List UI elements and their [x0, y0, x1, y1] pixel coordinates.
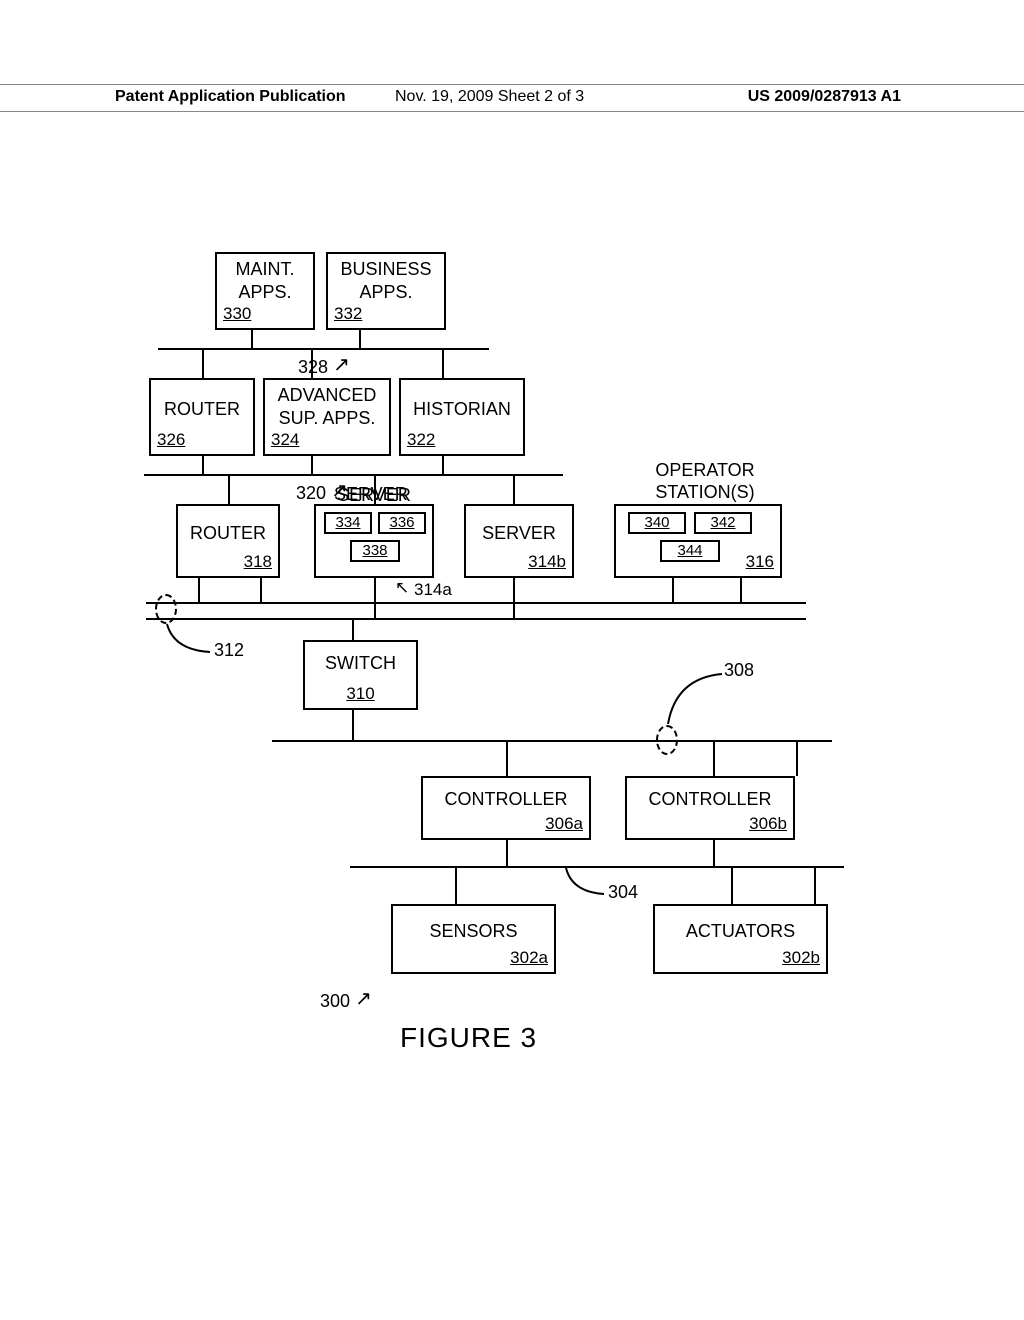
line: [198, 578, 200, 602]
inner-344: 344: [660, 540, 720, 562]
historian-ref: 322: [407, 429, 435, 450]
server-314a-title-label: SERVER: [334, 484, 408, 505]
operator316-ref: 316: [746, 551, 774, 572]
line: [352, 710, 354, 740]
line: [455, 866, 457, 904]
server314b-ref: 314b: [528, 551, 566, 572]
bus-308: [272, 740, 832, 742]
box-maint-apps: MAINT. APPS. 330: [215, 252, 315, 330]
router318-label: ROUTER: [178, 522, 278, 545]
box-switch: SWITCH 310: [303, 640, 418, 710]
line: [260, 578, 262, 602]
sensors-label: SENSORS: [393, 920, 554, 943]
line: [814, 866, 816, 904]
inner-334: 334: [324, 512, 372, 534]
box-controller-306b: CONTROLLER 306b: [625, 776, 795, 840]
business-apps-line2: APPS.: [328, 281, 444, 304]
line: [442, 456, 444, 474]
box-server-314b: SERVER 314b: [464, 504, 574, 578]
line: [713, 840, 715, 866]
line: [228, 474, 230, 504]
inner-342: 342: [694, 512, 752, 534]
line: [506, 740, 508, 776]
box-actuators: ACTUATORS 302b: [653, 904, 828, 974]
historian-label: HISTORIAN: [401, 398, 523, 421]
actuators-ref: 302b: [782, 947, 820, 968]
line: [506, 840, 508, 866]
adv-ref: 324: [271, 429, 299, 450]
line: [796, 740, 798, 776]
router326-ref: 326: [157, 429, 185, 450]
line: [352, 618, 354, 640]
sensors-ref: 302a: [510, 947, 548, 968]
actuators-label: ACTUATORS: [655, 920, 826, 943]
line: [740, 578, 742, 602]
maint-apps-ref: 330: [223, 303, 251, 324]
bus-312-label: 312: [214, 640, 244, 661]
line: [374, 578, 376, 618]
line: [202, 348, 204, 378]
bus-308-marker: [656, 725, 678, 755]
bus-312-bottom: [146, 618, 806, 620]
switch-ref: 310: [346, 683, 374, 704]
box-sensors: SENSORS 302a: [391, 904, 556, 974]
line: [713, 740, 715, 776]
inner-336: 336: [378, 512, 426, 534]
adv-line1: ADVANCED: [265, 384, 389, 407]
line: [672, 578, 674, 602]
switch-label: SWITCH: [305, 652, 416, 675]
router326-label: ROUTER: [151, 398, 253, 421]
controller-a-ref: 306a: [545, 813, 583, 834]
box-server-314a: SERVER 334 336 338: [314, 504, 434, 578]
box-adv-sup-apps: ADVANCED SUP. APPS. 324: [263, 378, 391, 456]
adv-line2: SUP. APPS.: [265, 407, 389, 430]
box-historian: HISTORIAN 322: [399, 378, 525, 456]
overall-ref: 300 ↗: [320, 988, 372, 1013]
router318-ref: 318: [244, 551, 272, 572]
bus-304-label: 304: [608, 882, 638, 903]
inner-340: 340: [628, 512, 686, 534]
figure-diagram: MAINT. APPS. 330 BUSINESS APPS. 332 328 …: [0, 0, 1024, 1320]
line: [311, 348, 313, 378]
operator-stations-heading: OPERATOR STATION(S): [615, 460, 795, 503]
business-apps-line1: BUSINESS: [328, 258, 444, 281]
line: [359, 330, 361, 348]
controller-b-ref: 306b: [749, 813, 787, 834]
line: [442, 348, 444, 378]
bus-308-label: 308: [724, 660, 754, 681]
figure-caption: FIGURE 3: [400, 1022, 537, 1054]
server314b-label: SERVER: [466, 522, 572, 545]
line: [311, 456, 313, 474]
line: [251, 330, 253, 348]
bus-320: [144, 474, 563, 476]
line: [731, 866, 733, 904]
bus-328: [158, 348, 489, 350]
box-operator-stations: 340 342 344 316: [614, 504, 782, 578]
bus-312-marker: [155, 594, 177, 624]
leader-304: [564, 866, 614, 902]
box-router-318: ROUTER 318: [176, 504, 280, 578]
business-apps-ref: 332: [334, 303, 362, 324]
controller-a-label: CONTROLLER: [423, 788, 589, 811]
server-314a-ref: ↖ 314a: [395, 580, 452, 600]
controller-b-label: CONTROLLER: [627, 788, 793, 811]
maint-apps-line1: MAINT.: [217, 258, 313, 281]
line: [202, 456, 204, 474]
box-business-apps: BUSINESS APPS. 332: [326, 252, 446, 330]
maint-apps-line2: APPS.: [217, 281, 313, 304]
box-controller-306a: CONTROLLER 306a: [421, 776, 591, 840]
line: [513, 474, 515, 504]
leader-312: [162, 622, 222, 662]
bus-312-top: [146, 602, 806, 604]
bus-328-label: 328 ↗: [298, 354, 350, 379]
box-router-326: ROUTER 326: [149, 378, 255, 456]
line: [513, 578, 515, 618]
inner-338: 338: [350, 540, 400, 562]
